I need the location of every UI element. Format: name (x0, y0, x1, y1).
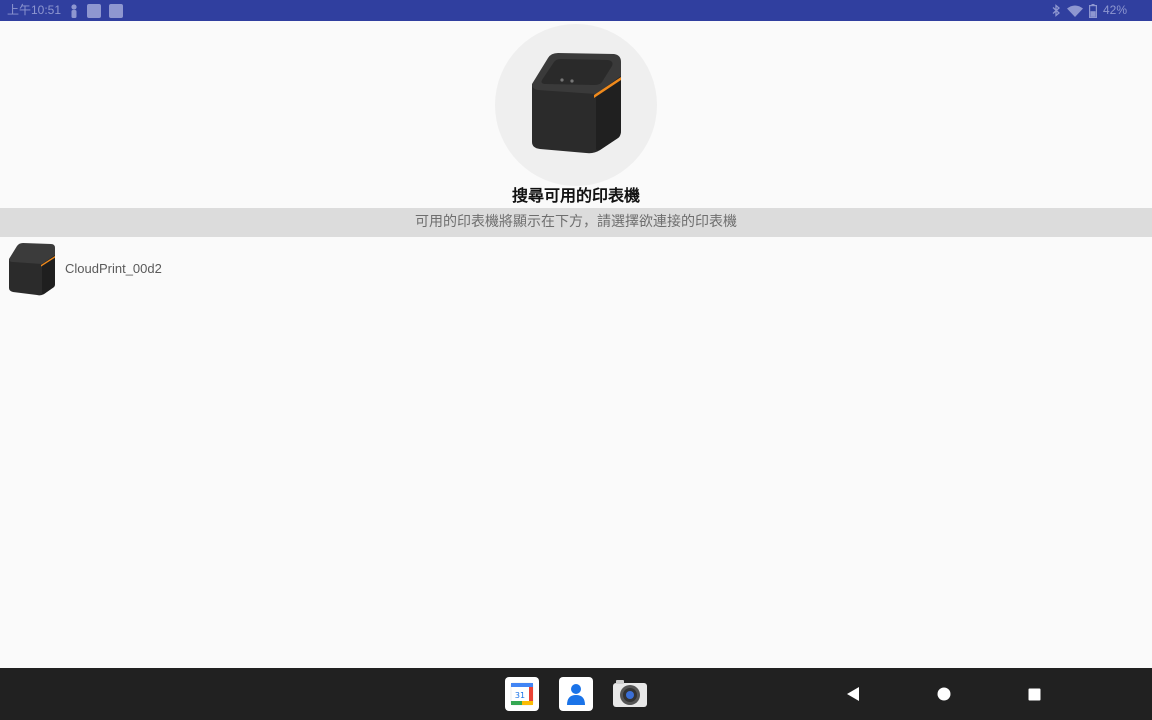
battery-percent: 42% (1102, 3, 1127, 17)
printer-list-item[interactable]: CloudPrint_00d2 (0, 239, 1152, 299)
back-icon (847, 687, 859, 701)
camera-app-button[interactable] (612, 677, 648, 711)
home-icon (937, 687, 951, 701)
status-bar-left: 上午10:51 (7, 0, 124, 21)
person-icon (71, 3, 77, 18)
printer-name: CloudPrint_00d2 (65, 261, 162, 276)
instruction-banner: 可用的印表機將顯示在下方，請選擇欲連接的印表機 (0, 208, 1152, 237)
status-bar: 上午10:51 42% (0, 0, 1152, 21)
status-time: 上午10:51 (7, 3, 62, 17)
navigation-bar: 31 (0, 668, 1152, 720)
contacts-app-button[interactable] (559, 677, 593, 711)
back-button[interactable] (833, 668, 873, 720)
calendar-app-button[interactable]: 31 (505, 677, 539, 711)
status-bar-right: 42% (1052, 0, 1127, 21)
notification-square-icon (109, 3, 124, 18)
page-title: 搜尋可用的印表機 (511, 186, 640, 205)
calendar-icon: 31 (510, 682, 534, 706)
recents-button[interactable] (1014, 668, 1054, 720)
battery-icon (1088, 3, 1097, 18)
bluetooth-icon (1052, 4, 1060, 17)
printer-icon (532, 53, 621, 154)
wifi-icon (1066, 5, 1083, 17)
camera-icon (613, 680, 647, 707)
home-button[interactable] (924, 668, 964, 720)
calendar-badge: 31 (515, 691, 525, 700)
contacts-icon (567, 684, 585, 705)
notification-square-icon (87, 3, 102, 18)
printer-icon (9, 243, 55, 296)
recents-icon (1028, 688, 1040, 700)
